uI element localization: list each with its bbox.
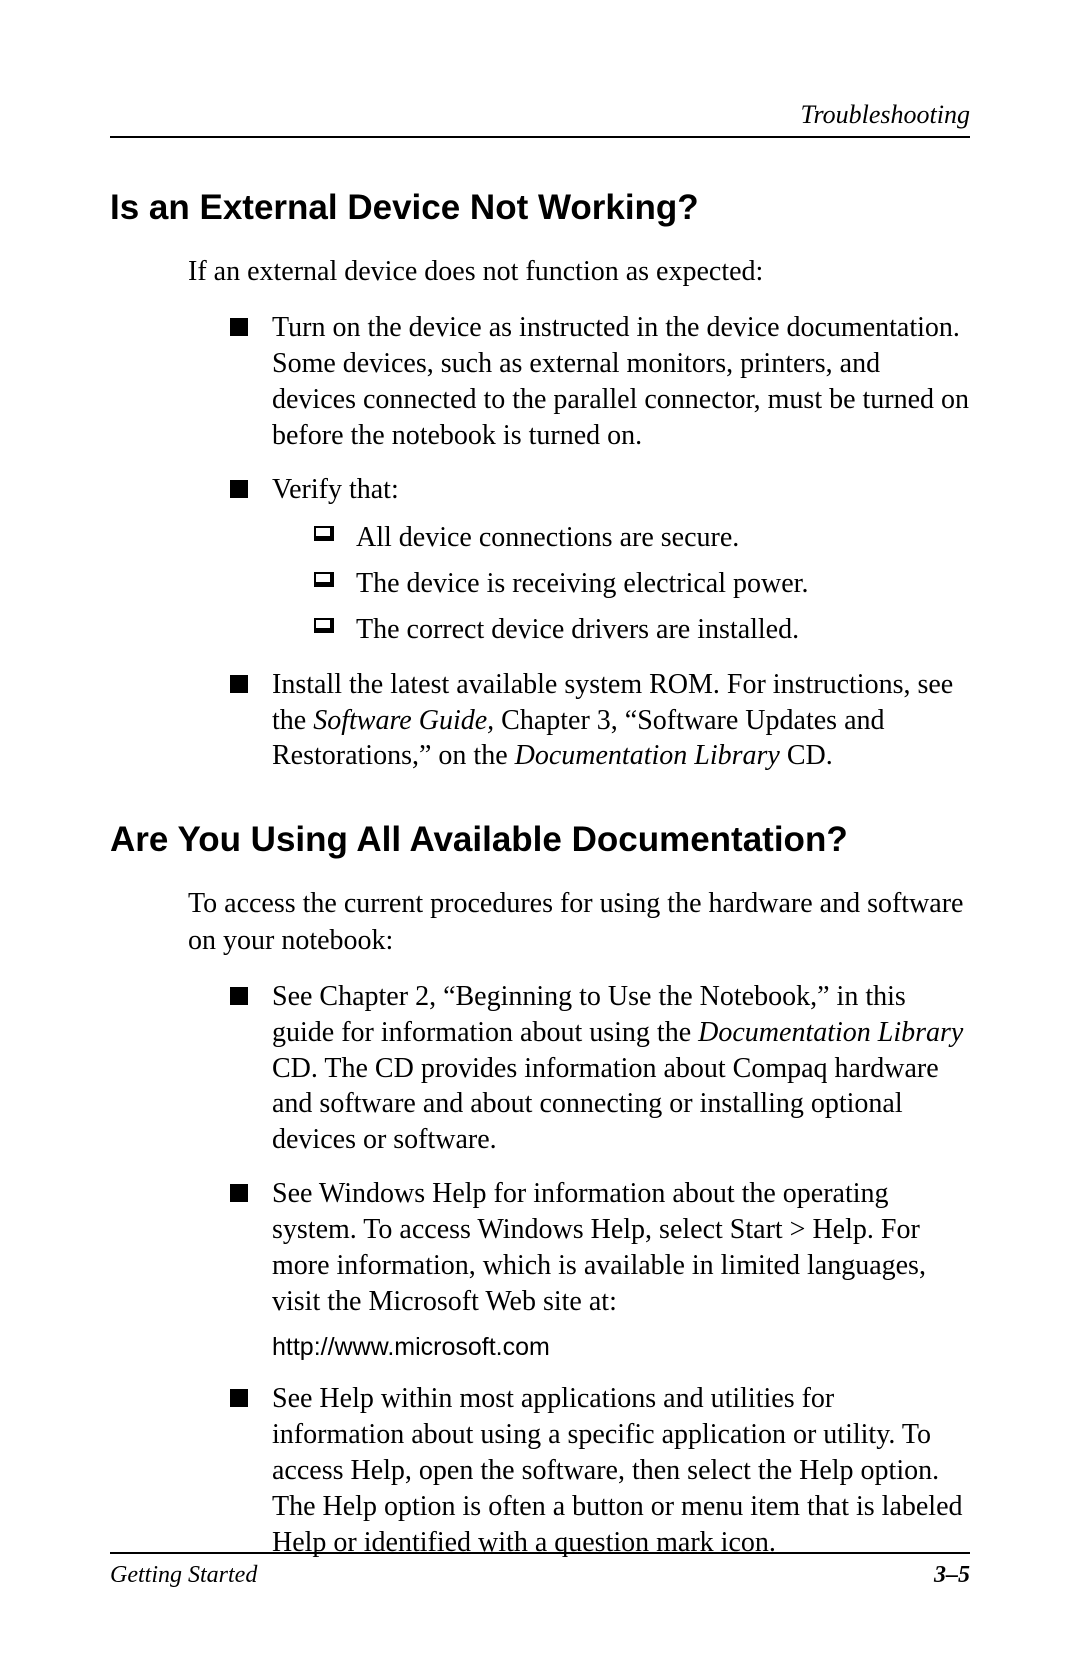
section2-list: See Chapter 2, “Beginning to Use the Not… [110,979,970,1561]
list-item: See Help within most applications and ut… [230,1381,970,1560]
italic-text: Documentation Library [698,1017,963,1048]
list-item: Verify that: All device connections are … [230,472,970,649]
page-footer: Getting Started 3–5 [110,1552,970,1589]
list-item: See Chapter 2, “Beginning to Use the Not… [230,979,970,1158]
document-page: Troubleshooting Is an External Device No… [0,0,1080,1669]
list-item-text: CD. The CD provides information about Co… [272,1053,939,1156]
list-item: See Windows Help for information about t… [230,1176,970,1363]
sublist-item-text: All device connections are secure. [356,522,739,553]
sublist-item: All device connections are secure. [314,520,970,556]
list-item-text: Verify that: [272,474,399,505]
header-section-label: Troubleshooting [110,100,970,130]
footer-page-number: 3–5 [934,1562,970,1589]
heading-external-device: Is an External Device Not Working? [110,188,970,228]
sublist-item-text: The device is receiving electrical power… [356,568,808,599]
header-rule [110,136,970,138]
sublist-item: The correct device drivers are installed… [314,612,970,648]
italic-text: Documentation Library [515,740,780,771]
heading-available-documentation: Are You Using All Available Documentatio… [110,820,970,860]
url-text: http://www.microsoft.com [272,1331,970,1363]
list-item-text: See Windows Help for information about t… [272,1178,926,1316]
list-item-text: Turn on the device as instructed in the … [272,312,969,450]
list-item: Turn on the device as instructed in the … [230,310,970,453]
list-item-text: CD. [780,740,833,771]
sublist-item: The device is receiving electrical power… [314,566,970,602]
section1-sublist: All device connections are secure. The d… [272,520,970,649]
list-item: Install the latest available system ROM.… [230,667,970,774]
sublist-item-text: The correct device drivers are installed… [356,614,799,645]
footer-rule [110,1552,970,1554]
list-item-text: See Help within most applications and ut… [272,1383,963,1557]
section1-intro: If an external device does not function … [110,254,970,290]
section2-intro: To access the current procedures for usi… [110,886,970,959]
footer-left: Getting Started [110,1562,257,1589]
italic-text: Software Guide, [313,705,494,736]
footer-row: Getting Started 3–5 [110,1562,970,1589]
section1-list: Turn on the device as instructed in the … [110,310,970,774]
